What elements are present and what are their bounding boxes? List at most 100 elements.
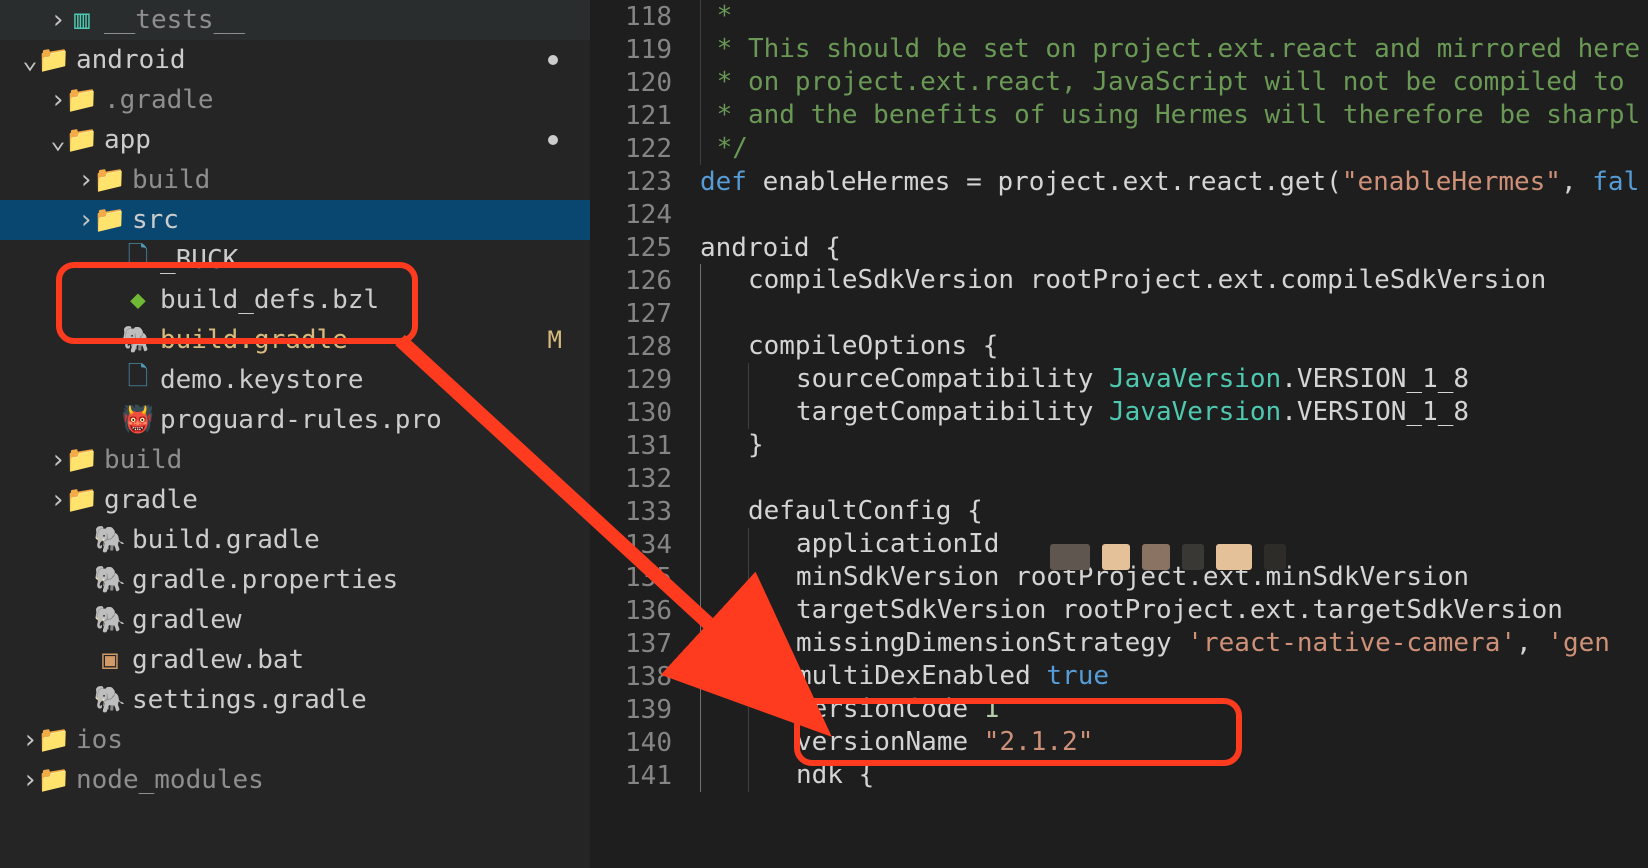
line-number: 131 <box>590 429 672 462</box>
code-text: project.ext.react.get( <box>997 167 1341 197</box>
tree-item-buck[interactable]: 🗋 _BUCK <box>0 240 590 280</box>
tree-label: build <box>104 445 182 475</box>
code-text: multiDexEnabled <box>796 661 1046 691</box>
tree-item-build-gradle-root[interactable]: 🐘 build.gradle <box>0 520 590 560</box>
tree-label: node_modules <box>76 765 264 795</box>
code-text: 1 <box>984 694 1000 724</box>
code-text: missingDimensionStrategy <box>796 628 1187 658</box>
code-text: = <box>966 167 997 197</box>
code-text: , <box>1516 628 1547 658</box>
tree-item-dotgradle[interactable]: › 📁 .gradle <box>0 80 590 120</box>
code-text: { <box>859 760 875 790</box>
ios-folder-icon: 📁 <box>40 725 68 755</box>
tree-item-ios[interactable]: › 📁 ios <box>0 720 590 760</box>
tree-item-proguard[interactable]: 👹 proguard-rules.pro <box>0 400 590 440</box>
code-text: { <box>967 496 983 526</box>
code-text: JavaVersion <box>1109 397 1281 427</box>
line-number-gutter: 118 119 120 121 122 123 124 125 126 127 … <box>590 0 700 868</box>
line-number: 121 <box>590 99 672 132</box>
code-text: compileSdkVersion <box>748 265 1030 295</box>
folder-icon: ▥ <box>68 5 96 35</box>
gradle-folder-icon: 📁 <box>68 485 96 515</box>
tree-label: android <box>76 45 186 75</box>
tree-item-gradlew[interactable]: 🐘 gradlew <box>0 600 590 640</box>
android-folder-icon: 📁 <box>40 45 68 75</box>
code-text: * on project.ext.react, JavaScript will … <box>701 67 1640 97</box>
tree-label: proguard-rules.pro <box>160 405 442 435</box>
tree-item-build-gradle[interactable]: 🐘 build.gradle M <box>0 320 590 360</box>
tree-item-gradle-props[interactable]: 🐘 gradle.properties <box>0 560 590 600</box>
code-text: .VERSION_1_8 <box>1281 364 1469 394</box>
code-text: enableHermes <box>747 167 966 197</box>
line-number: 122 <box>590 132 672 165</box>
code-text: rootProject.ext.compileSdkVersion <box>1030 265 1547 295</box>
tree-item-src[interactable]: › 📁 src <box>0 200 590 240</box>
line-number: 120 <box>590 66 672 99</box>
tree-label: gradle.properties <box>132 565 398 595</box>
gradle-file-icon: 🐘 <box>96 525 124 555</box>
modified-dot-icon <box>548 55 558 65</box>
line-number: 136 <box>590 594 672 627</box>
tree-label: .gradle <box>104 85 214 115</box>
src-folder-icon: 📁 <box>96 205 124 235</box>
code-text: { <box>810 233 841 263</box>
code-text: * and the benefits of using Hermes will … <box>701 100 1640 130</box>
line-number: 129 <box>590 363 672 396</box>
code-text: rootProject.ext.targetSdkVersion <box>1062 595 1563 625</box>
tree-label: demo.keystore <box>160 365 364 395</box>
tree-label: build_defs.bzl <box>160 285 379 315</box>
tree-item-build-defs[interactable]: ◆ build_defs.bzl <box>0 280 590 320</box>
code-text: targetCompatibility <box>796 397 1109 427</box>
line-number: 125 <box>590 231 672 264</box>
tree-label: app <box>104 125 151 155</box>
bazel-file-icon: ◆ <box>124 285 152 315</box>
code-text: "2.1.2" <box>984 727 1094 757</box>
tree-item-settings-gradle[interactable]: 🐘 settings.gradle <box>0 680 590 720</box>
tree-label: ios <box>76 725 123 755</box>
code-text: versionCode <box>796 694 984 724</box>
code-text: fal <box>1592 167 1639 197</box>
code-content[interactable]: * * This should be set on project.ext.re… <box>700 0 1648 868</box>
tree-item-gradle-dir[interactable]: › 📁 gradle <box>0 480 590 520</box>
tree-label: __tests__ <box>104 5 245 35</box>
code-text: defaultConfig <box>748 496 967 526</box>
tree-item-tests[interactable]: › ▥ __tests__ <box>0 0 590 40</box>
bat-file-icon: ▣ <box>96 645 124 675</box>
code-text: * This should be set on project.ext.reac… <box>701 34 1640 64</box>
code-text: 'gen <box>1547 628 1610 658</box>
code-text: } <box>748 430 764 460</box>
file-explorer[interactable]: › ▥ __tests__ ⌄ 📁 android › 📁 .gradle ⌄ … <box>0 0 590 868</box>
node-modules-folder-icon: 📁 <box>40 765 68 795</box>
line-number: 141 <box>590 759 672 792</box>
code-editor[interactable]: 118 119 120 121 122 123 124 125 126 127 … <box>590 0 1648 868</box>
code-text: applicationId <box>796 529 1000 559</box>
tree-label: gradle <box>104 485 198 515</box>
folder-icon: 📁 <box>96 165 124 195</box>
code-text: */ <box>701 133 748 163</box>
gradle-file-icon: 🐘 <box>96 605 124 635</box>
tree-item-build[interactable]: › 📁 build <box>0 160 590 200</box>
code-text: , <box>1561 167 1592 197</box>
tree-item-build-root[interactable]: › 📁 build <box>0 440 590 480</box>
gradle-file-icon: 🐘 <box>96 565 124 595</box>
line-number: 126 <box>590 264 672 297</box>
code-text: .VERSION_1_8 <box>1281 397 1469 427</box>
gradle-folder-icon: 📁 <box>68 85 96 115</box>
code-text: minSdkVersion <box>796 562 1015 592</box>
tree-item-gradlew-bat[interactable]: ▣ gradlew.bat <box>0 640 590 680</box>
tree-label: gradlew <box>132 605 242 635</box>
code-text: android <box>700 233 810 263</box>
tree-item-node-modules[interactable]: › 📁 node_modules <box>0 760 590 800</box>
line-number: 137 <box>590 627 672 660</box>
folder-icon: 📁 <box>68 445 96 475</box>
tree-item-demo-keystore[interactable]: 🗋 demo.keystore <box>0 360 590 400</box>
code-text: * <box>701 1 732 31</box>
tree-label: gradlew.bat <box>132 645 304 675</box>
tree-item-android[interactable]: ⌄ 📁 android <box>0 40 590 80</box>
code-text: ndk <box>796 760 859 790</box>
tree-item-app[interactable]: ⌄ 📁 app <box>0 120 590 160</box>
line-number: 138 <box>590 660 672 693</box>
modified-dot-icon <box>548 135 558 145</box>
line-number: 127 <box>590 297 672 330</box>
code-text: targetSdkVersion <box>796 595 1062 625</box>
